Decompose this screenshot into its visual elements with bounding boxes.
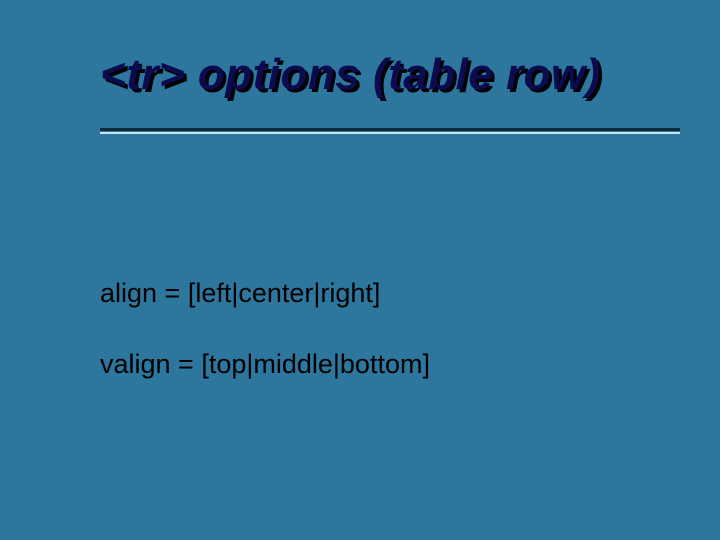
title-divider [100, 128, 680, 134]
body-line-2: valign = [top|middle|bottom] [100, 349, 430, 380]
divider-line-light [100, 132, 680, 134]
divider-line-dark [100, 128, 680, 131]
slide-title: <tr> options (table row) [100, 50, 601, 100]
body-line-1: align = [left|center|right] [100, 278, 380, 309]
